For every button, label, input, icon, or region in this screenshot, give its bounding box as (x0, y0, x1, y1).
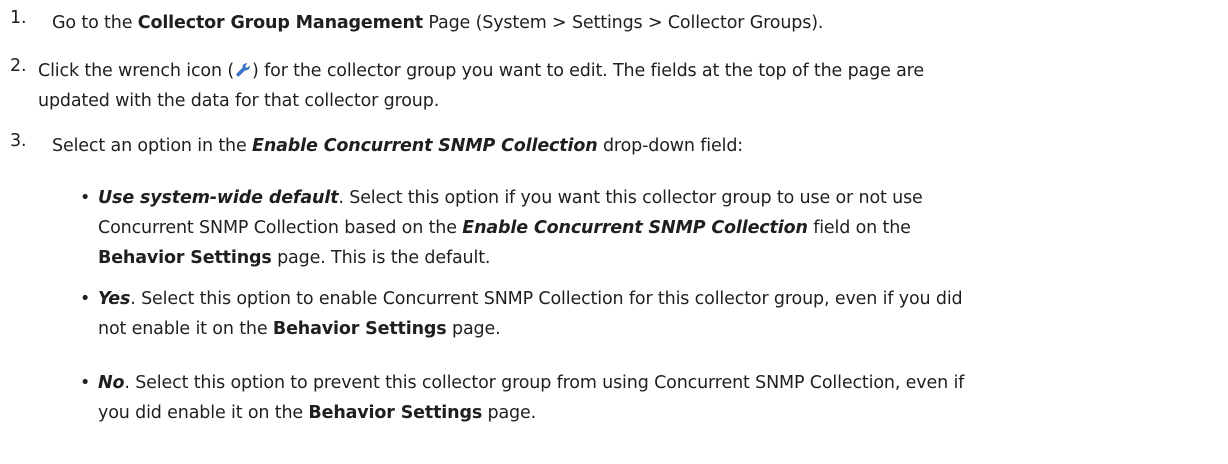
option-desc: . Select this option to prevent this col… (124, 373, 965, 393)
step-1-text-a: Go to the (52, 13, 138, 33)
step-1-text-c: Page (System > Settings > Collector Grou… (422, 13, 824, 33)
step-3-text-c: drop-down field: (597, 136, 744, 156)
step-number: 3. (10, 131, 27, 151)
procedure-document: 1. Go to the Collector Group Management … (0, 0, 1228, 464)
option-desc: page. (446, 319, 501, 339)
step-3-text-a: Select an option in the (52, 136, 253, 156)
option-desc: . Select this option if you want this co… (338, 188, 923, 208)
behavior-settings-link: Behavior Settings (308, 403, 483, 423)
option-name: Use system-wide default (98, 188, 339, 208)
option-desc: you did enable it on the (98, 403, 309, 423)
step-number: 2. (10, 56, 27, 76)
bullet: • (80, 188, 91, 208)
collector-group-management-link: Collector Group Management (137, 13, 423, 33)
step-text: Go to the Collector Group Management Pag… (52, 8, 1198, 38)
option-name: Yes (98, 289, 131, 309)
option-text: Use system-wide default. Select this opt… (98, 183, 1218, 273)
option-text: No. Select this option to prevent this c… (98, 368, 1218, 428)
step-2-text-b: ) for the collector group you want to ed… (252, 61, 924, 81)
option-desc: page. (482, 403, 537, 423)
bullet: • (80, 289, 91, 309)
field-name: Enable Concurrent SNMP Collection (252, 136, 598, 156)
option-desc: not enable it on the (98, 319, 273, 339)
option-desc: Concurrent SNMP Collection based on the (98, 218, 463, 238)
option-desc: field on the (807, 218, 911, 238)
field-name: Enable Concurrent SNMP Collection (462, 218, 808, 238)
step-2-text-a: Click the wrench icon ( (38, 61, 235, 81)
step-number: 1. (10, 8, 27, 28)
behavior-settings-link: Behavior Settings (272, 319, 447, 339)
step-text: Select an option in the Enable Concurren… (52, 131, 1198, 161)
option-name: No (98, 373, 125, 393)
option-desc: . Select this option to enable Concurren… (130, 289, 963, 309)
step-2-text-c: updated with the data for that collector… (38, 91, 440, 111)
bullet: • (80, 373, 91, 393)
behavior-settings-link: Behavior Settings (98, 248, 272, 268)
option-desc: page. This is the default. (271, 248, 491, 268)
step-text: Click the wrench icon ( ) for the collec… (38, 56, 1198, 116)
option-text: Yes. Select this option to enable Concur… (98, 284, 1218, 344)
wrench-icon (235, 62, 252, 78)
